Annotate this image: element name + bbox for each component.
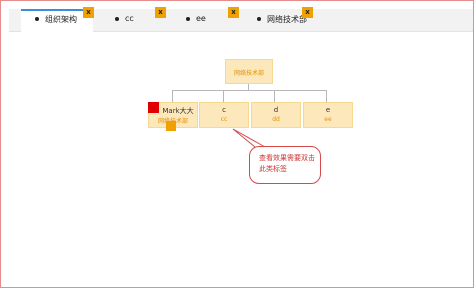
callout-text: 查看效果需要双击此类标签 [259, 154, 315, 173]
app-frame: 组织架构 x cc x ee x 网络技术部 x 网络技术部 Mark大大 c … [0, 0, 474, 288]
org-chart: 网络技术部 Mark大大 网络技术部 c cc d dd e ee 查看效果需要… [1, 1, 473, 287]
callout-bubble: 查看效果需要双击此类标签 [249, 146, 321, 184]
callout-pointer [232, 128, 266, 148]
